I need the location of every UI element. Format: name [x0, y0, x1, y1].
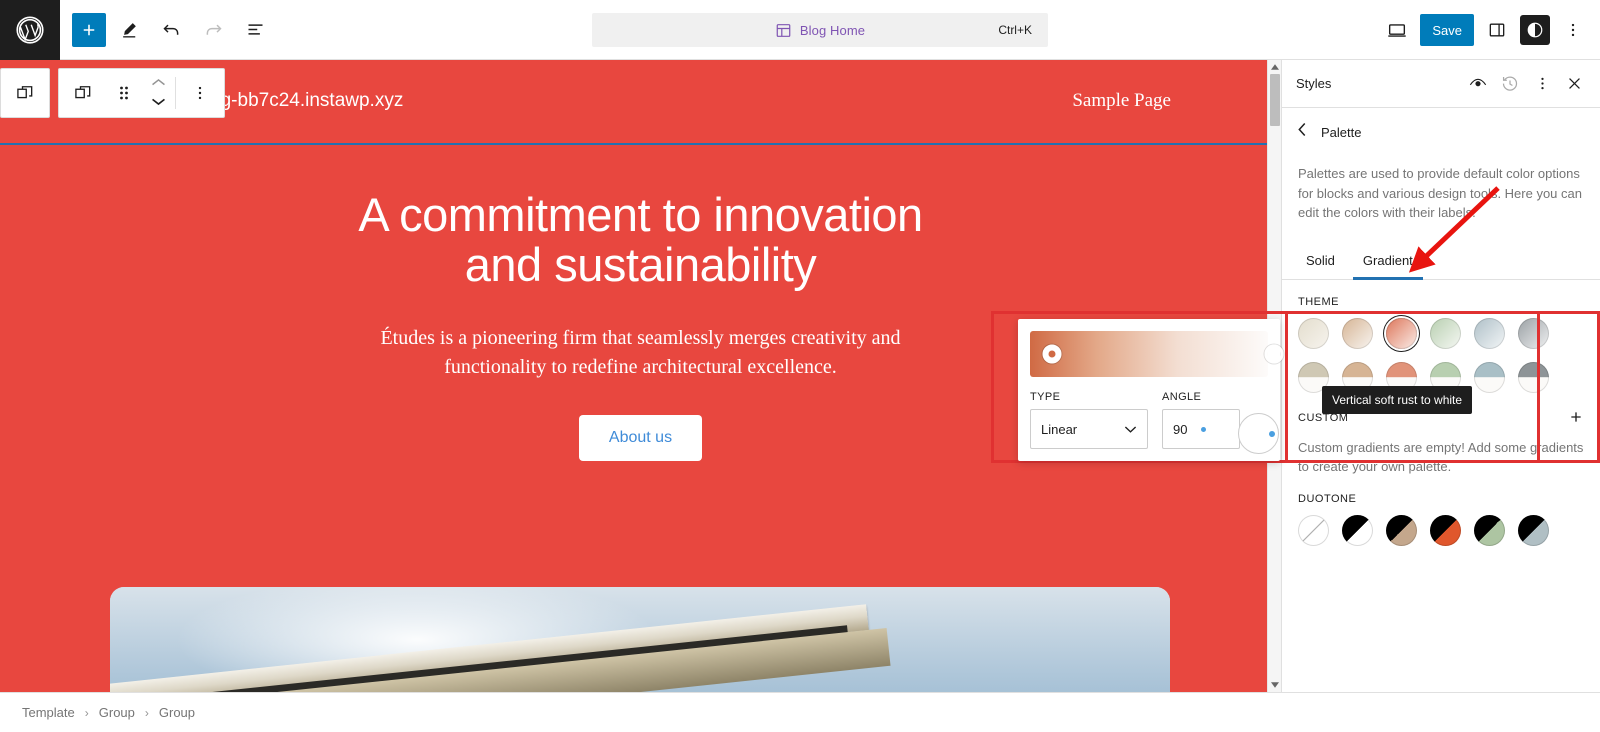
- hero-heading-line-2: and sustainability: [464, 237, 817, 291]
- gradient-angle-control: ANGLE 90: [1162, 391, 1240, 449]
- gradient-type-label: TYPE: [1030, 391, 1061, 403]
- revisions-history-icon[interactable]: [1494, 68, 1526, 100]
- palette-description: Palettes are used to provide default col…: [1298, 166, 1582, 220]
- editor-top-bar: Blog Home Ctrl+K Save: [0, 0, 1600, 60]
- desktop-view-icon[interactable]: [1378, 11, 1416, 49]
- sidebar-title: Styles: [1296, 76, 1332, 91]
- close-sidebar-icon[interactable]: [1558, 68, 1590, 100]
- breadcrumb-separator: ›: [84, 705, 89, 720]
- palette-panel-title: Palette: [1321, 124, 1362, 140]
- gradient-type-select[interactable]: Linear: [1030, 409, 1148, 449]
- settings-sidebar-icon[interactable]: [1478, 11, 1516, 49]
- angle-dial-knob[interactable]: [1269, 430, 1275, 437]
- duotone-swatch[interactable]: [1518, 514, 1549, 546]
- block-controls-group: [58, 68, 225, 118]
- gradient-type-value: Linear: [1041, 421, 1078, 437]
- select-parent-group-icon[interactable]: [1, 69, 49, 117]
- about-us-button[interactable]: About us: [578, 414, 703, 461]
- block-toolbar: [0, 68, 225, 118]
- styles-contrast-icon[interactable]: [1520, 15, 1550, 45]
- block-mover: [141, 69, 175, 117]
- hero-paragraph[interactable]: Études is a pioneering firm that seamles…: [361, 324, 921, 382]
- top-bar-actions: Save: [1378, 0, 1592, 60]
- nav-item-sample-page[interactable]: Sample Page: [1072, 90, 1171, 112]
- style-book-icon[interactable]: [1462, 68, 1494, 100]
- duotone-swatch[interactable]: [1342, 514, 1373, 546]
- command-shortcut: Ctrl+K: [998, 23, 1032, 37]
- scroll-up-icon[interactable]: [1268, 60, 1281, 74]
- hero-heading[interactable]: A commitment to innovation and sustainab…: [0, 190, 1281, 290]
- group-block-icon[interactable]: [59, 69, 107, 117]
- duotone-section-label: DUOTONE: [1298, 493, 1584, 505]
- add-block-button[interactable]: [72, 12, 106, 47]
- hero-heading-line-1: A commitment to innovation: [358, 188, 923, 241]
- chevron-down-icon: [1124, 422, 1137, 437]
- scroll-down-icon[interactable]: [1268, 678, 1281, 692]
- styles-breadcrumb: Palette: [1282, 108, 1600, 156]
- block-options-icon[interactable]: [176, 69, 224, 117]
- angle-dial-control[interactable]: [1238, 413, 1279, 454]
- chevron-down-icon[interactable]: [150, 94, 167, 112]
- gradient-stop-start[interactable]: [1042, 344, 1062, 364]
- chevron-left-icon[interactable]: [1296, 122, 1309, 142]
- duotone-swatch[interactable]: [1474, 514, 1505, 546]
- duotone-label-text: DUOTONE: [1298, 492, 1357, 505]
- duotone-swatch[interactable]: [1298, 514, 1329, 546]
- gradient-angle-value: 90: [1173, 421, 1188, 437]
- scrollbar-thumb[interactable]: [1270, 74, 1280, 126]
- document-title-bar[interactable]: Blog Home Ctrl+K: [592, 13, 1048, 47]
- breadcrumb-item-group-2[interactable]: Group: [159, 705, 195, 720]
- tab-gradient[interactable]: Gradient: [1352, 245, 1423, 280]
- select-parent-group: [0, 68, 50, 118]
- more-styles-options-icon[interactable]: [1526, 68, 1558, 100]
- template-icon: [775, 22, 792, 39]
- gradient-angle-input[interactable]: 90: [1162, 409, 1240, 449]
- breadcrumb-item-template[interactable]: Template: [22, 705, 75, 720]
- block-breadcrumb-bar: Template › Group › Group: [0, 692, 1600, 732]
- drag-handle-icon[interactable]: [107, 69, 141, 117]
- color-type-tabs: Solid Gradient: [1282, 245, 1600, 280]
- save-button[interactable]: Save: [1420, 14, 1474, 46]
- list-view-button[interactable]: [236, 11, 274, 49]
- gradient-angle-label: ANGLE: [1162, 391, 1202, 403]
- wordpress-site-editor: Blog Home Ctrl+K Save ming-bb7c24.instaw…: [0, 0, 1600, 732]
- duotone-swatch[interactable]: [1386, 514, 1417, 546]
- wordpress-logo-icon[interactable]: [0, 0, 60, 60]
- tab-solid[interactable]: Solid: [1296, 245, 1345, 279]
- breadcrumb-item-group-1[interactable]: Group: [99, 705, 135, 720]
- document-title: Blog Home: [799, 22, 866, 38]
- theme-label-text: THEME: [1298, 295, 1339, 308]
- top-bar-tools: [60, 11, 274, 49]
- theme-section-label: THEME: [1298, 296, 1584, 308]
- duotone-swatches: [1298, 514, 1584, 546]
- gradient-stop-end[interactable]: [1264, 344, 1284, 364]
- chevron-up-icon[interactable]: [150, 75, 167, 93]
- gradient-preview-bar[interactable]: [1030, 331, 1284, 377]
- hero-image-block[interactable]: [110, 587, 1170, 692]
- duotone-swatch[interactable]: [1430, 514, 1461, 546]
- gradient-type-control: TYPE Linear: [1030, 391, 1148, 449]
- gradient-swatch-tooltip: Vertical soft rust to white: [1322, 386, 1473, 414]
- gradient-controls: TYPE Linear ANGLE 90: [1030, 391, 1268, 449]
- breadcrumb-separator: ›: [144, 705, 149, 720]
- undo-button[interactable]: [152, 11, 190, 49]
- more-options-icon[interactable]: [1554, 11, 1592, 49]
- sidebar-header: Styles: [1282, 60, 1600, 108]
- redo-button[interactable]: [194, 11, 232, 49]
- degree-icon: [1201, 426, 1207, 432]
- add-custom-gradient-icon[interactable]: [1568, 409, 1584, 428]
- edit-tool-button[interactable]: [110, 11, 148, 49]
